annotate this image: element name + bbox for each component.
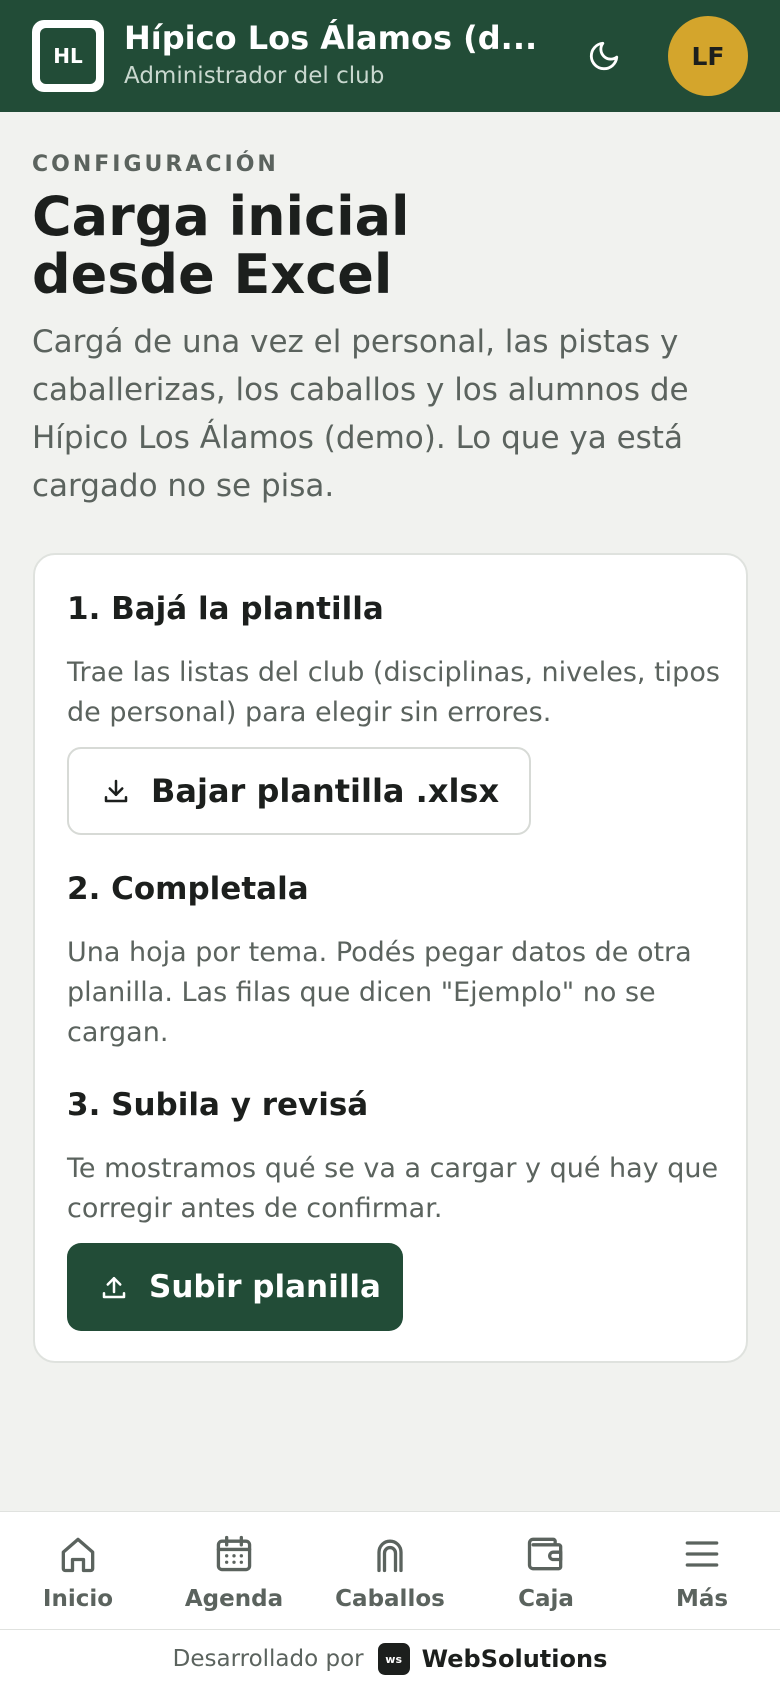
page-description: Cargá de una vez el personal, las pistas…: [32, 324, 689, 504]
step-3-description: Te mostramos qué se va a cargar y qué ha…: [67, 1153, 719, 1224]
nav-label-agenda: Agenda: [184, 1586, 284, 1612]
app-header: HL Hípico Los Álamos (d... Administrador…: [0, 0, 780, 112]
nav-item-inicio[interactable]: Inicio: [0, 1512, 156, 1629]
websolutions-logo: ws: [377, 1643, 410, 1675]
step-2-description: Una hoja por tema. Podés pegar datos de …: [67, 937, 692, 1048]
footer-prefix: Desarrollado por: [172, 1646, 364, 1672]
step-1-description: Trae las listas del club (disciplinas, n…: [67, 657, 720, 728]
user-role: Administrador del club: [124, 63, 385, 89]
section-eyebrow: CONFIGURACIÓN: [32, 152, 279, 177]
moon-icon: [589, 41, 619, 71]
download-template-label: Bajar plantilla .xlsx: [151, 772, 500, 810]
club-logo-initials: HL: [40, 28, 96, 84]
wallet-icon: [527, 1537, 563, 1571]
menu-icon: [685, 1541, 719, 1567]
theme-toggle-button[interactable]: [584, 36, 624, 76]
import-steps-card: 1. Bajá la plantilla Trae las listas del…: [33, 553, 748, 1363]
step-2-title: 2. Completala: [67, 871, 309, 907]
upload-icon: [102, 1277, 126, 1299]
calendar-icon: [216, 1535, 252, 1572]
home-icon: [61, 1537, 95, 1573]
horseshoe-icon: [377, 1539, 403, 1573]
nav-item-caballos[interactable]: Caballos: [312, 1512, 468, 1629]
nav-item-caja[interactable]: Caja: [468, 1512, 624, 1629]
page-title: Carga inicial desde Excel: [32, 185, 410, 306]
nav-item-mas[interactable]: Más: [624, 1512, 780, 1629]
nav-label-inicio: Inicio: [42, 1586, 114, 1612]
step-1-title: 1. Bajá la plantilla: [67, 591, 384, 627]
footer-credit: Desarrollado por ws WebSolutions: [0, 1629, 780, 1688]
bottom-nav: Inicio Agenda Caballos Caja Más: [0, 1511, 780, 1629]
user-avatar[interactable]: LF: [668, 16, 748, 96]
club-logo[interactable]: HL: [32, 20, 104, 92]
nav-label-caballos: Caballos: [335, 1586, 445, 1612]
download-icon: [104, 779, 128, 803]
websolutions-link[interactable]: WebSolutions: [422, 1645, 608, 1673]
nav-item-agenda[interactable]: Agenda: [156, 1512, 312, 1629]
nav-label-mas: Más: [675, 1586, 729, 1612]
nav-label-caja: Caja: [518, 1586, 574, 1612]
step-3-title: 3. Subila y revisá: [67, 1087, 369, 1123]
upload-sheet-button[interactable]: Subir planilla: [67, 1243, 403, 1331]
upload-sheet-label: Subir planilla: [149, 1269, 381, 1305]
club-name: Hípico Los Álamos (d...: [124, 19, 538, 57]
download-template-button[interactable]: Bajar plantilla .xlsx: [67, 747, 531, 835]
